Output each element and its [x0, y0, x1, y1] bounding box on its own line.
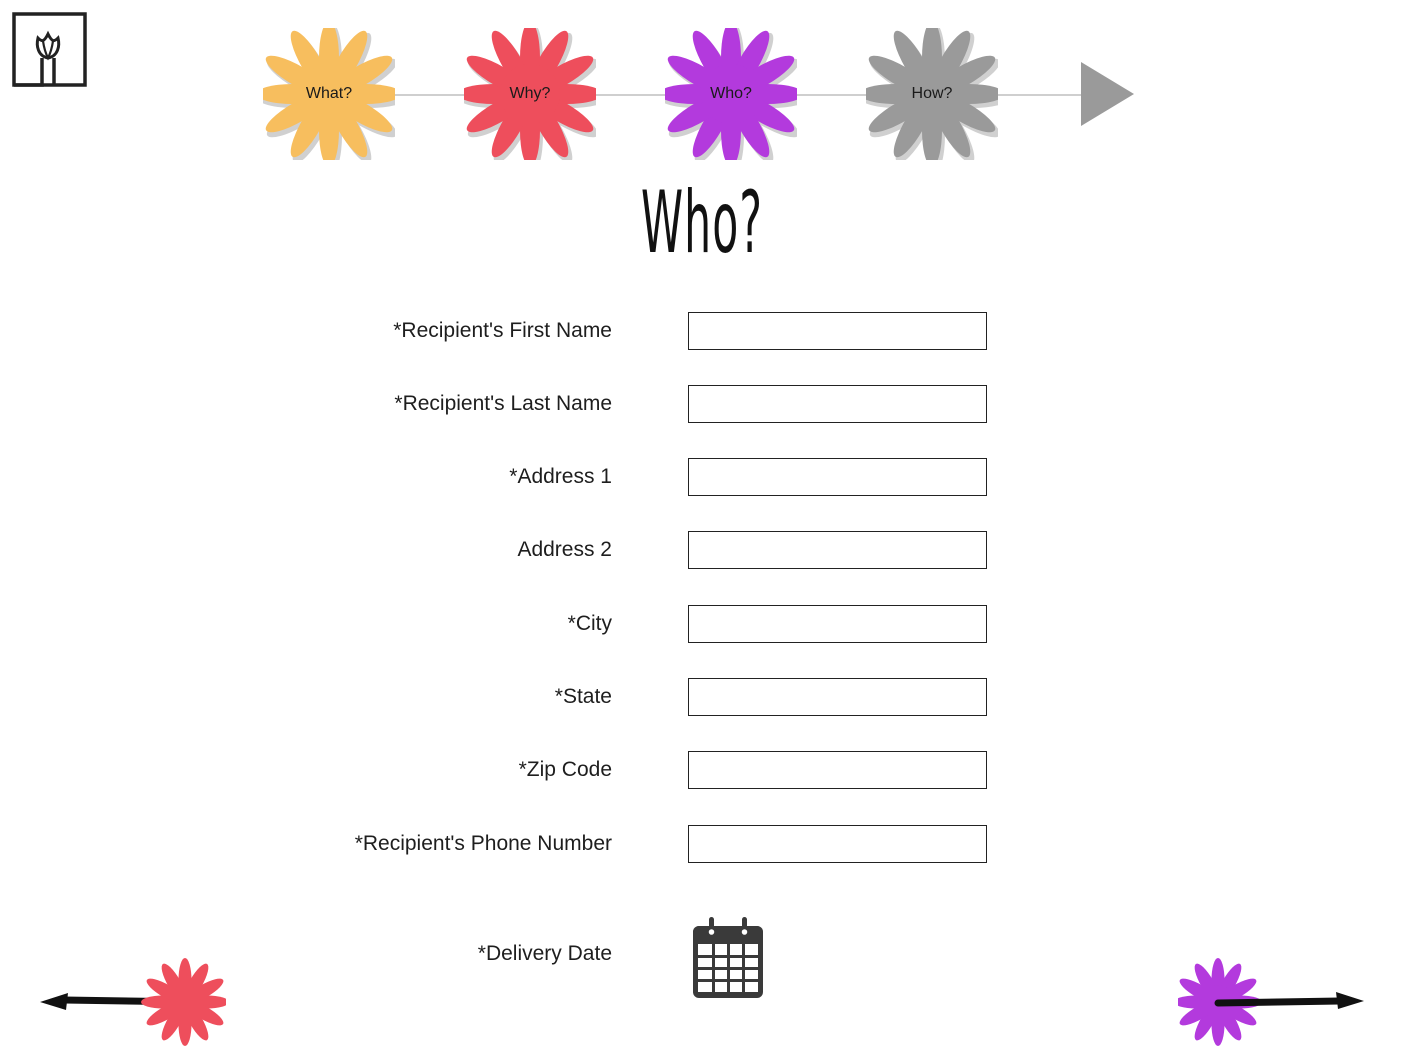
field-label: *Recipient's Phone Number: [354, 832, 612, 855]
zip-code-input[interactable]: [688, 751, 987, 789]
field-label: *Address 1: [509, 465, 612, 488]
field-label: *City: [567, 612, 612, 635]
form-row-phone: *Recipient's Phone Number: [0, 824, 1404, 864]
field-label: Address 2: [517, 538, 612, 561]
play-arrow-icon[interactable]: [1078, 60, 1136, 128]
step-label: Who?: [710, 85, 752, 102]
form-row-first-name: *Recipient's First Name: [0, 311, 1404, 351]
field-label: *Delivery Date: [477, 942, 612, 965]
left-arrow-icon: [40, 958, 229, 1046]
step-how[interactable]: How?: [866, 28, 998, 160]
step-who[interactable]: Who?: [665, 28, 797, 160]
field-label: *Recipient's Last Name: [394, 392, 612, 415]
field-label: *Zip Code: [518, 758, 612, 781]
step-why[interactable]: Why?: [464, 28, 596, 160]
form-row-address-1: *Address 1: [0, 457, 1404, 497]
page-title: Who?: [640, 173, 764, 273]
recipient-first-name-input[interactable]: [688, 312, 987, 350]
field-label: *State: [554, 685, 612, 708]
form-row-last-name: *Recipient's Last Name: [0, 384, 1404, 424]
recipient-last-name-input[interactable]: [688, 385, 987, 423]
form-row-zip-code: *Zip Code: [0, 750, 1404, 790]
state-input[interactable]: [688, 678, 987, 716]
address-1-input[interactable]: [688, 458, 987, 496]
right-arrow-icon: [1174, 958, 1364, 1046]
forward-button[interactable]: [1174, 956, 1368, 1048]
city-input[interactable]: [688, 605, 987, 643]
field-label: *Recipient's First Name: [393, 319, 612, 342]
step-label: How?: [911, 85, 953, 102]
form-row-address-2: Address 2: [0, 530, 1404, 570]
form-row-city: *City: [0, 604, 1404, 644]
step-label: Why?: [509, 85, 551, 102]
recipient-phone-input[interactable]: [688, 825, 987, 863]
progress-steps: What? Why? Who? How?: [0, 0, 1404, 170]
step-what[interactable]: What?: [263, 28, 395, 160]
address-2-input[interactable]: [688, 531, 987, 569]
back-button[interactable]: [36, 956, 229, 1048]
step-label: What?: [305, 85, 353, 102]
form-row-state: *State: [0, 677, 1404, 717]
flower-icon: [141, 958, 229, 1046]
calendar-icon[interactable]: [690, 914, 766, 1000]
